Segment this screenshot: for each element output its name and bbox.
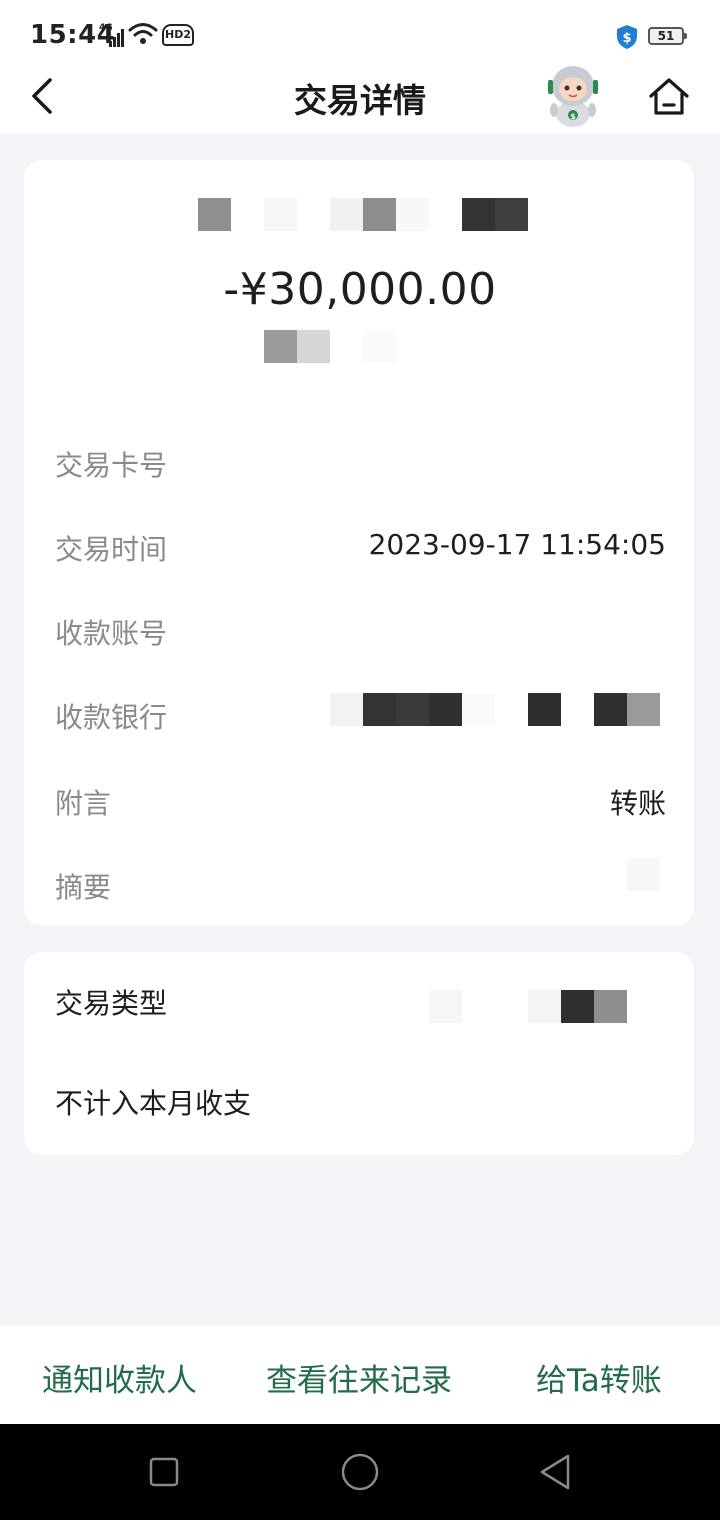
exclude-from-monthly-label: 不计入本月收支 [55,1087,252,1120]
summary-value-redacted [627,858,660,891]
recent-apps-icon[interactable] [148,1456,180,1488]
transaction-time-value: 2023-09-17 11:54:05 [368,528,666,561]
assistant-robot-icon[interactable]: $ [540,60,606,128]
payee-bank-label: 收款银行 [55,701,168,734]
hd-label: HD2 [165,28,191,41]
summary-label: 摘要 [55,871,112,904]
page-title: 交易详情 [294,81,426,120]
home-icon [649,78,689,115]
back-nav-icon[interactable] [538,1452,574,1492]
transfer-again-button[interactable]: 给Ta转账 [536,1355,662,1400]
hd-voice-icon: HD2 [162,24,194,46]
view-history-button[interactable]: 查看往来记录 [266,1355,452,1400]
payee-account-label: 收款账号 [55,617,168,650]
transaction-amount: -¥30,000.00 [223,264,497,315]
status-bar: 15:44 4G HD2 $ 51 [0,0,720,72]
battery-level: 51 [657,29,675,43]
svg-text:$: $ [570,112,576,121]
card-number-label: 交易卡号 [55,449,168,482]
transaction-type-label: 交易类型 [55,987,168,1020]
svg-text:$: $ [622,31,631,46]
network-type-label: 4G [99,23,113,33]
note-label: 附言 [55,787,112,820]
cellular-signal-icon: 4G [99,23,125,47]
home-nav-icon[interactable] [340,1452,380,1492]
battery-icon: 51 [648,27,687,45]
transaction-time-label: 交易时间 [55,533,168,566]
security-shield-icon: $ [617,25,637,49]
notify-payee-button[interactable]: 通知收款人 [42,1355,197,1400]
note-value: 转账 [609,787,666,820]
wifi-icon [128,23,158,44]
home-button[interactable] [647,74,691,118]
